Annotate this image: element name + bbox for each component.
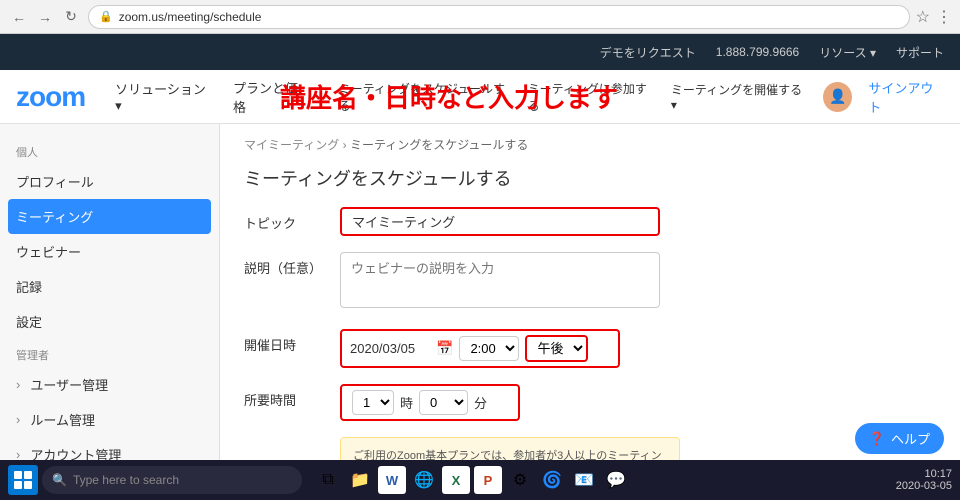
topic-label: トピック [244, 207, 324, 232]
clock-date: 2020-03-05 [896, 480, 952, 492]
search-icon: 🔍 [52, 473, 67, 487]
breadcrumb-separator: › [343, 138, 347, 152]
date-field: 📅 2:00 2:30 3:00 午前 午後 [340, 329, 936, 368]
time-select[interactable]: 2:00 2:30 3:00 [459, 336, 519, 361]
word-icon[interactable]: W [378, 466, 406, 494]
refresh-button[interactable]: ↻ [60, 6, 82, 28]
duration-field: 1 2 3 時 0 15 30 45 分 [340, 384, 936, 421]
ampm-select[interactable]: 午前 午後 [525, 335, 588, 362]
sidebar-item-meeting[interactable]: ミーティング [8, 199, 211, 234]
calendar-icon[interactable]: 📅 [436, 340, 453, 357]
room-mgmt-label: ルーム管理 [30, 410, 95, 429]
avatar[interactable]: 👤 [823, 82, 852, 112]
hours-select[interactable]: 1 2 3 [352, 390, 394, 415]
taskbar-time: 10:17 2020-03-05 [896, 468, 952, 492]
main-layout: 個人 プロフィール ミーティング ウェビナー 記録 設定 管理者 ユーザー管理 … [0, 124, 960, 500]
personal-section-label: 個人 [0, 140, 219, 164]
forward-button[interactable]: → [34, 6, 56, 28]
profile-label: プロフィール [16, 172, 94, 191]
sidebar-item-profile[interactable]: プロフィール [0, 164, 219, 199]
sidebar-item-room-mgmt[interactable]: ルーム管理 [0, 402, 219, 437]
top-nav: デモをリクエスト 1.888.799.9666 リソース ▾ サポート [0, 34, 960, 70]
logo[interactable]: zoom [16, 81, 85, 113]
hours-label: 時 [400, 393, 413, 412]
topic-row: トピック [244, 207, 936, 236]
date-row: 開催日時 📅 2:00 2:30 3:00 午前 午後 [244, 329, 936, 368]
app-icon-2[interactable]: 📧 [570, 466, 598, 494]
edge-icon[interactable]: 🌀 [538, 466, 566, 494]
taskbar-clock: 10:17 2020-03-05 [896, 468, 952, 492]
chrome-icon[interactable]: 🌐 [410, 466, 438, 494]
phone-link[interactable]: 1.888.799.9666 [716, 45, 799, 59]
settings-label: 設定 [16, 312, 42, 331]
desc-label: 説明（任意） [244, 252, 324, 277]
mins-select[interactable]: 0 15 30 45 [419, 390, 468, 415]
taskbar-search-placeholder: Type here to search [73, 473, 179, 487]
start-button[interactable] [8, 465, 38, 495]
sign-out-link[interactable]: サインアウト [868, 78, 944, 116]
back-button[interactable]: ← [8, 6, 30, 28]
desc-input[interactable] [340, 252, 660, 308]
meeting-label: ミーティング [16, 207, 93, 226]
mins-label: 分 [474, 393, 487, 412]
sidebar: 個人 プロフィール ミーティング ウェビナー 記録 設定 管理者 ユーザー管理 … [0, 124, 220, 500]
breadcrumb-home[interactable]: マイミーティング [244, 138, 339, 152]
nav-buttons: ← → ↻ [8, 6, 82, 28]
browser-actions: ☆ ⋮ [916, 7, 952, 27]
date-time-container: 📅 2:00 2:30 3:00 午前 午後 [340, 329, 620, 368]
main-header: zoom ソリューション ▾ プランと価格 講座名・日時など入力します ミーティ… [0, 70, 960, 124]
sidebar-item-user-mgmt[interactable]: ユーザー管理 [0, 367, 219, 402]
clock-time: 10:17 [896, 468, 952, 480]
menu-button[interactable]: ⋮ [936, 7, 952, 27]
ppt-icon[interactable]: P [474, 466, 502, 494]
breadcrumb: マイミーティング › ミーティングをスケジュールする [244, 136, 936, 153]
recording-label: 記録 [16, 277, 42, 296]
desc-field [340, 252, 936, 313]
annotation-text: 講座名・日時など入力します [280, 78, 618, 115]
topic-input[interactable] [340, 207, 660, 236]
windows-logo [14, 471, 32, 489]
taskbar: 🔍 Type here to search ⧉ 📁 W 🌐 X P ⚙ 🌀 📧 … [0, 460, 960, 500]
url-text: zoom.us/meeting/schedule [119, 10, 262, 24]
user-mgmt-label: ユーザー管理 [30, 375, 108, 394]
topic-field [340, 207, 936, 236]
warning-spacer [244, 437, 324, 443]
skype-icon[interactable]: 💬 [602, 466, 630, 494]
taskbar-app-icons: ⧉ 📁 W 🌐 X P ⚙ 🌀 📧 💬 [314, 466, 630, 494]
support-link[interactable]: サポート [896, 44, 944, 61]
page-title: ミーティングをスケジュールする [244, 165, 936, 191]
demo-link[interactable]: デモをリクエスト [600, 44, 696, 61]
browser-chrome: ← → ↻ 🔒 zoom.us/meeting/schedule ☆ ⋮ [0, 0, 960, 34]
duration-label: 所要時間 [244, 384, 324, 409]
sidebar-item-webinar[interactable]: ウェビナー [0, 234, 219, 269]
excel-icon[interactable]: X [442, 466, 470, 494]
help-label: ヘルプ [891, 429, 930, 448]
webinar-label: ウェビナー [16, 242, 81, 261]
breadcrumb-current: ミーティングをスケジュールする [350, 138, 528, 152]
sidebar-item-settings[interactable]: 設定 [0, 304, 219, 339]
resources-link[interactable]: リソース ▾ [819, 44, 876, 61]
date-input[interactable] [350, 341, 430, 356]
help-button[interactable]: ❓ ヘルプ [855, 423, 944, 454]
desc-row: 説明（任意） [244, 252, 936, 313]
host-meeting-link[interactable]: ミーティングを開催する ▾ [671, 81, 807, 112]
duration-row: 所要時間 1 2 3 時 0 15 30 45 分 [244, 384, 936, 421]
taskbar-search[interactable]: 🔍 Type here to search [42, 466, 302, 494]
taskbar-right: 10:17 2020-03-05 [896, 468, 952, 492]
explorer-icon[interactable]: 📁 [346, 466, 374, 494]
duration-container: 1 2 3 時 0 15 30 45 分 [340, 384, 520, 421]
star-button[interactable]: ☆ [916, 7, 930, 27]
content-area: マイミーティング › ミーティングをスケジュールする ミーティングをスケジュール… [220, 124, 960, 500]
admin-section-label: 管理者 [0, 343, 219, 367]
lock-icon: 🔒 [99, 10, 113, 23]
date-label: 開催日時 [244, 329, 324, 354]
solutions-nav[interactable]: ソリューション ▾ [115, 79, 213, 114]
sidebar-item-recording[interactable]: 記録 [0, 269, 219, 304]
taskview-icon[interactable]: ⧉ [314, 466, 342, 494]
help-icon: ❓ [869, 431, 885, 447]
address-bar[interactable]: 🔒 zoom.us/meeting/schedule [88, 5, 910, 29]
app-icon-1[interactable]: ⚙ [506, 466, 534, 494]
